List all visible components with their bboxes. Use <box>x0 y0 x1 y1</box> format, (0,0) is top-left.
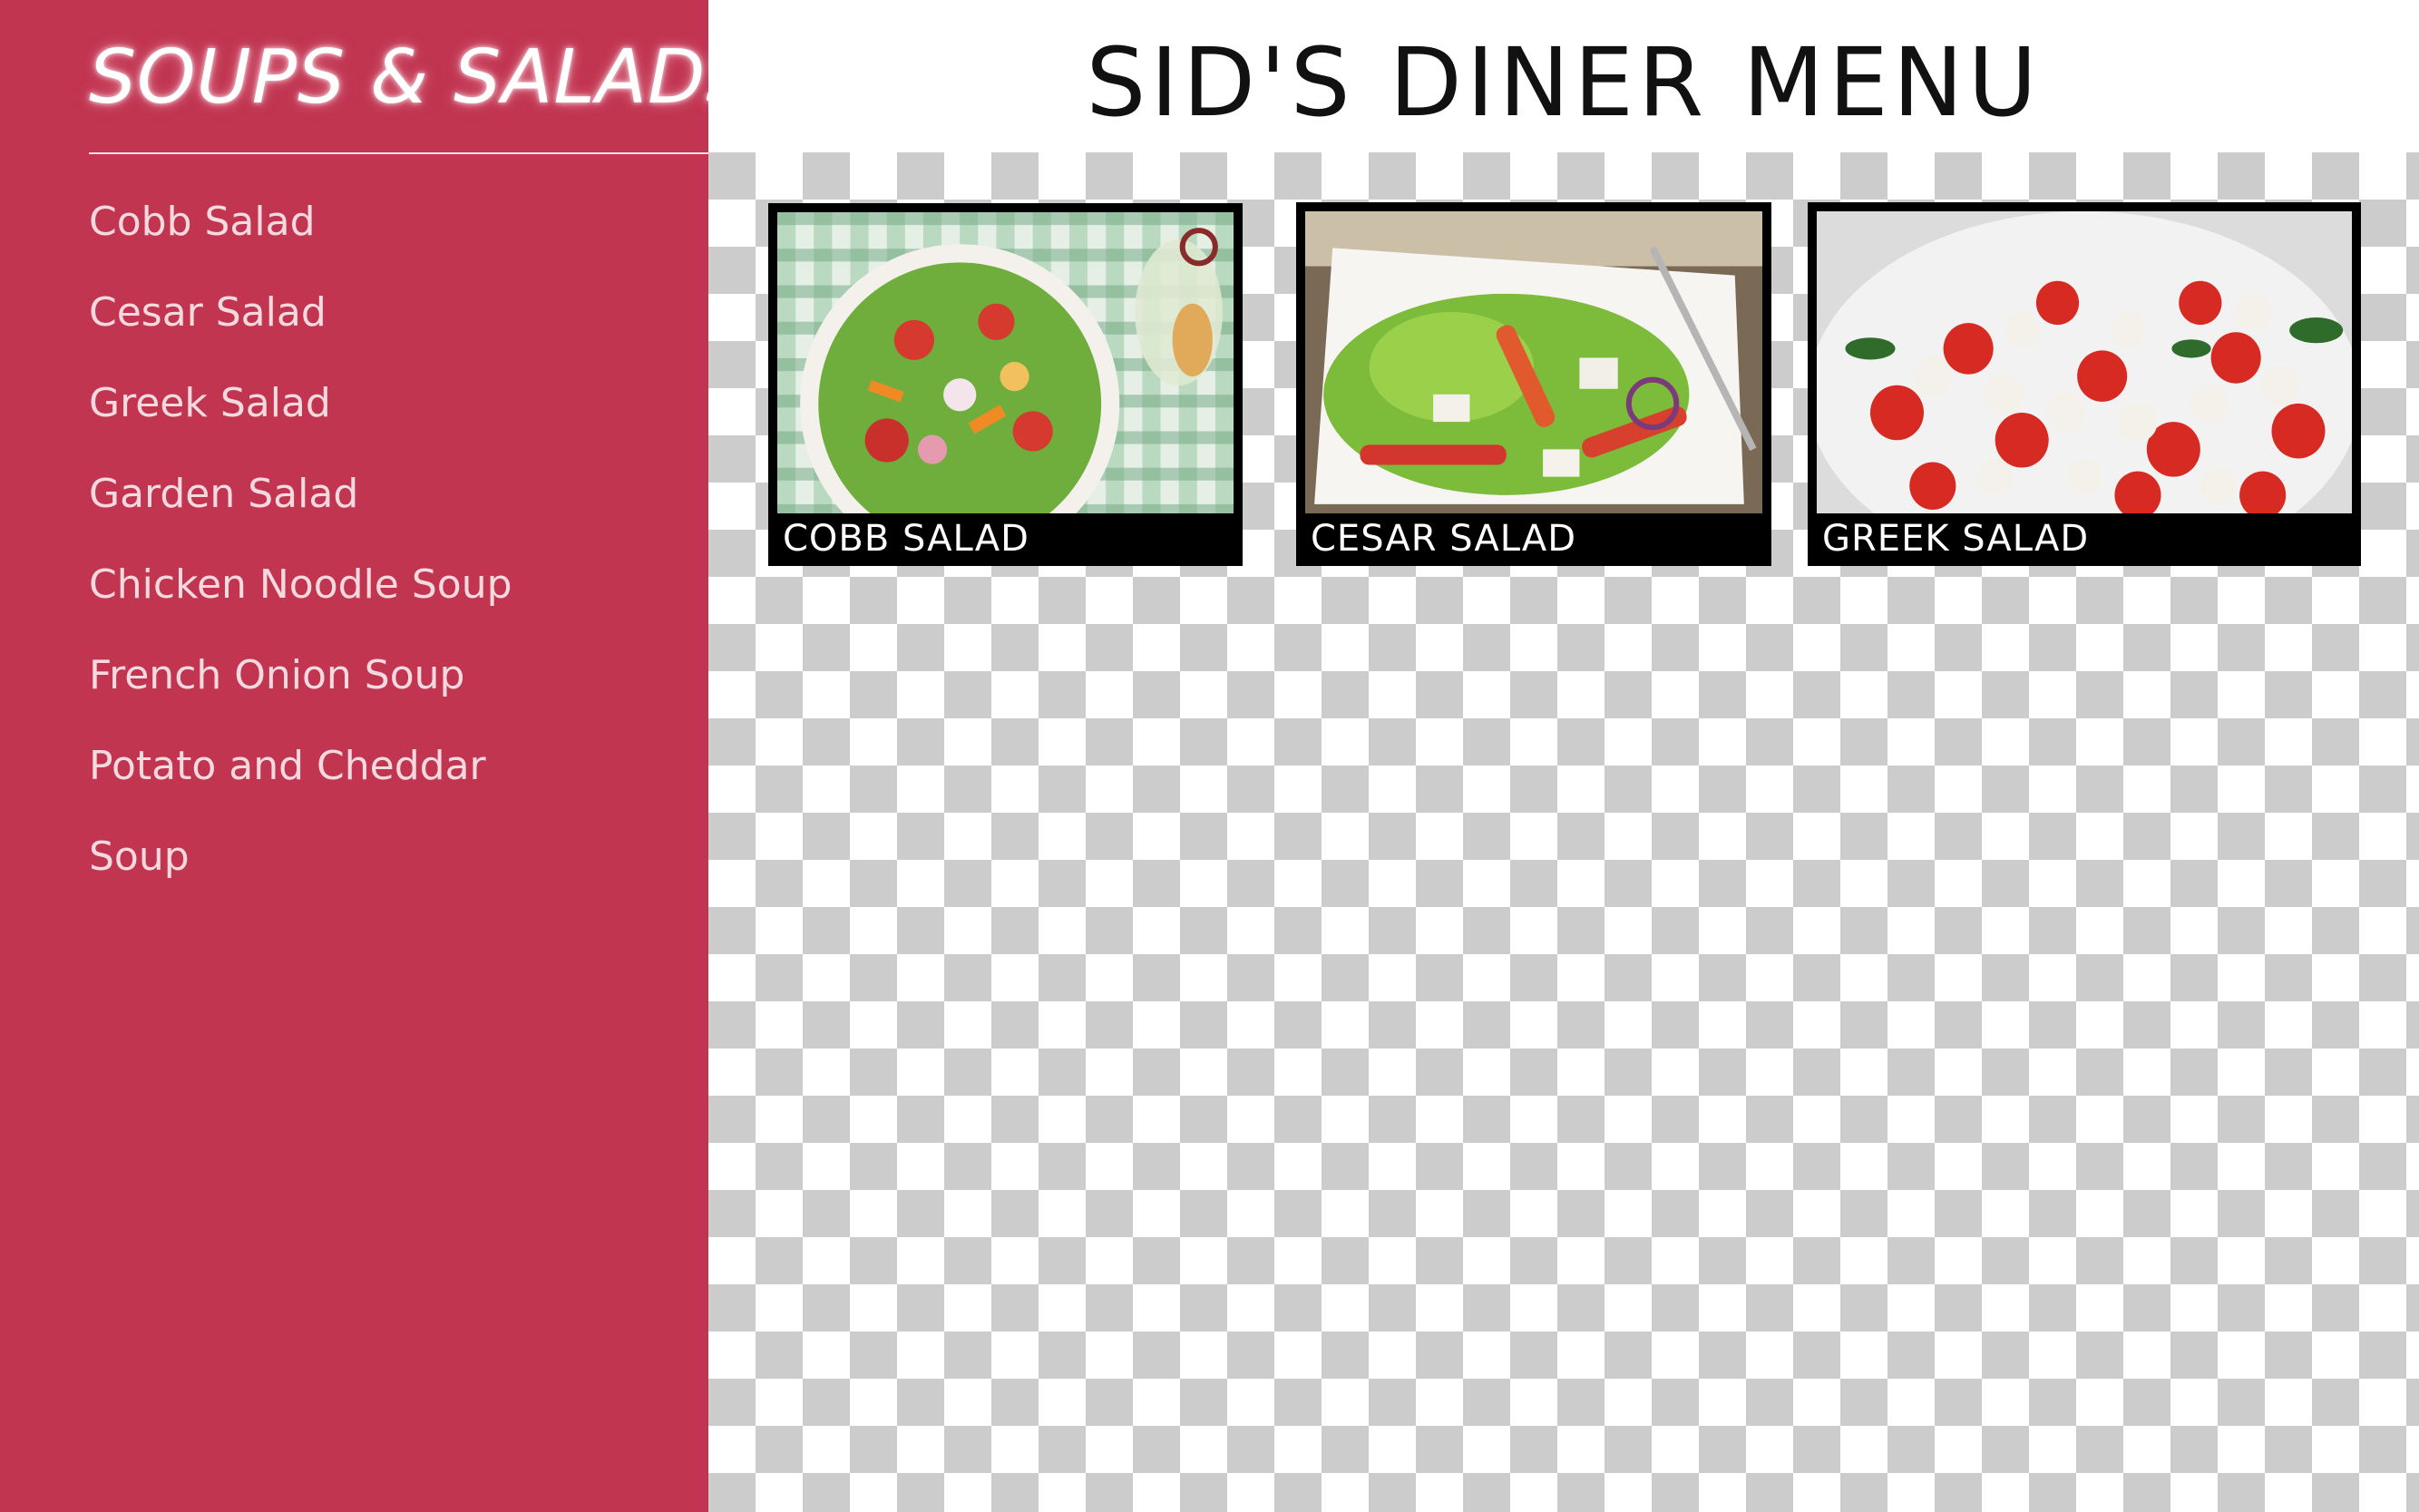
menu-card-greek-salad[interactable]: GREEK SALAD <box>1808 202 2361 566</box>
menu-page: SOUPS & SALADS Cobb Salad Cesar Salad Gr… <box>0 0 2419 1512</box>
menu-item-potato-cheddar[interactable]: Potato and Cheddar <box>89 735 512 825</box>
menu-card-cesar-salad[interactable]: CESAR SALAD <box>1296 202 1771 566</box>
card-caption: CESAR SALAD <box>1311 518 1577 560</box>
menu-list: Cobb Salad Cesar Salad Greek Salad Garde… <box>89 190 512 916</box>
menu-item-french-onion-soup[interactable]: French Onion Soup <box>89 644 512 735</box>
menu-item-soup[interactable]: Soup <box>89 825 512 916</box>
greek-salad-photo <box>1817 211 2352 513</box>
card-caption: GREEK SALAD <box>1822 518 2090 560</box>
menu-item-garden-salad[interactable]: Garden Salad <box>89 463 512 553</box>
cobb-salad-photo <box>777 212 1234 513</box>
menu-card-cobb-salad[interactable]: COBB SALAD <box>768 203 1243 566</box>
menu-item-chicken-noodle-soup[interactable]: Chicken Noodle Soup <box>89 553 512 644</box>
page-title: SID'S DINER MENU <box>1086 27 2042 138</box>
menu-item-cobb-salad[interactable]: Cobb Salad <box>89 190 512 281</box>
sidebar: SOUPS & SALADS Cobb Salad Cesar Salad Gr… <box>0 0 753 1512</box>
cesar-salad-photo <box>1305 211 1762 513</box>
page-header: SID'S DINER MENU <box>708 0 2419 152</box>
menu-grid: COBB SALAD CESAR SALAD GREEK SALAD <box>708 152 2419 1512</box>
menu-item-greek-salad[interactable]: Greek Salad <box>89 372 512 463</box>
sidebar-divider <box>89 152 708 154</box>
menu-item-cesar-salad[interactable]: Cesar Salad <box>89 281 512 372</box>
sidebar-title: SOUPS & SALADS <box>89 34 755 121</box>
card-caption: COBB SALAD <box>783 518 1029 560</box>
